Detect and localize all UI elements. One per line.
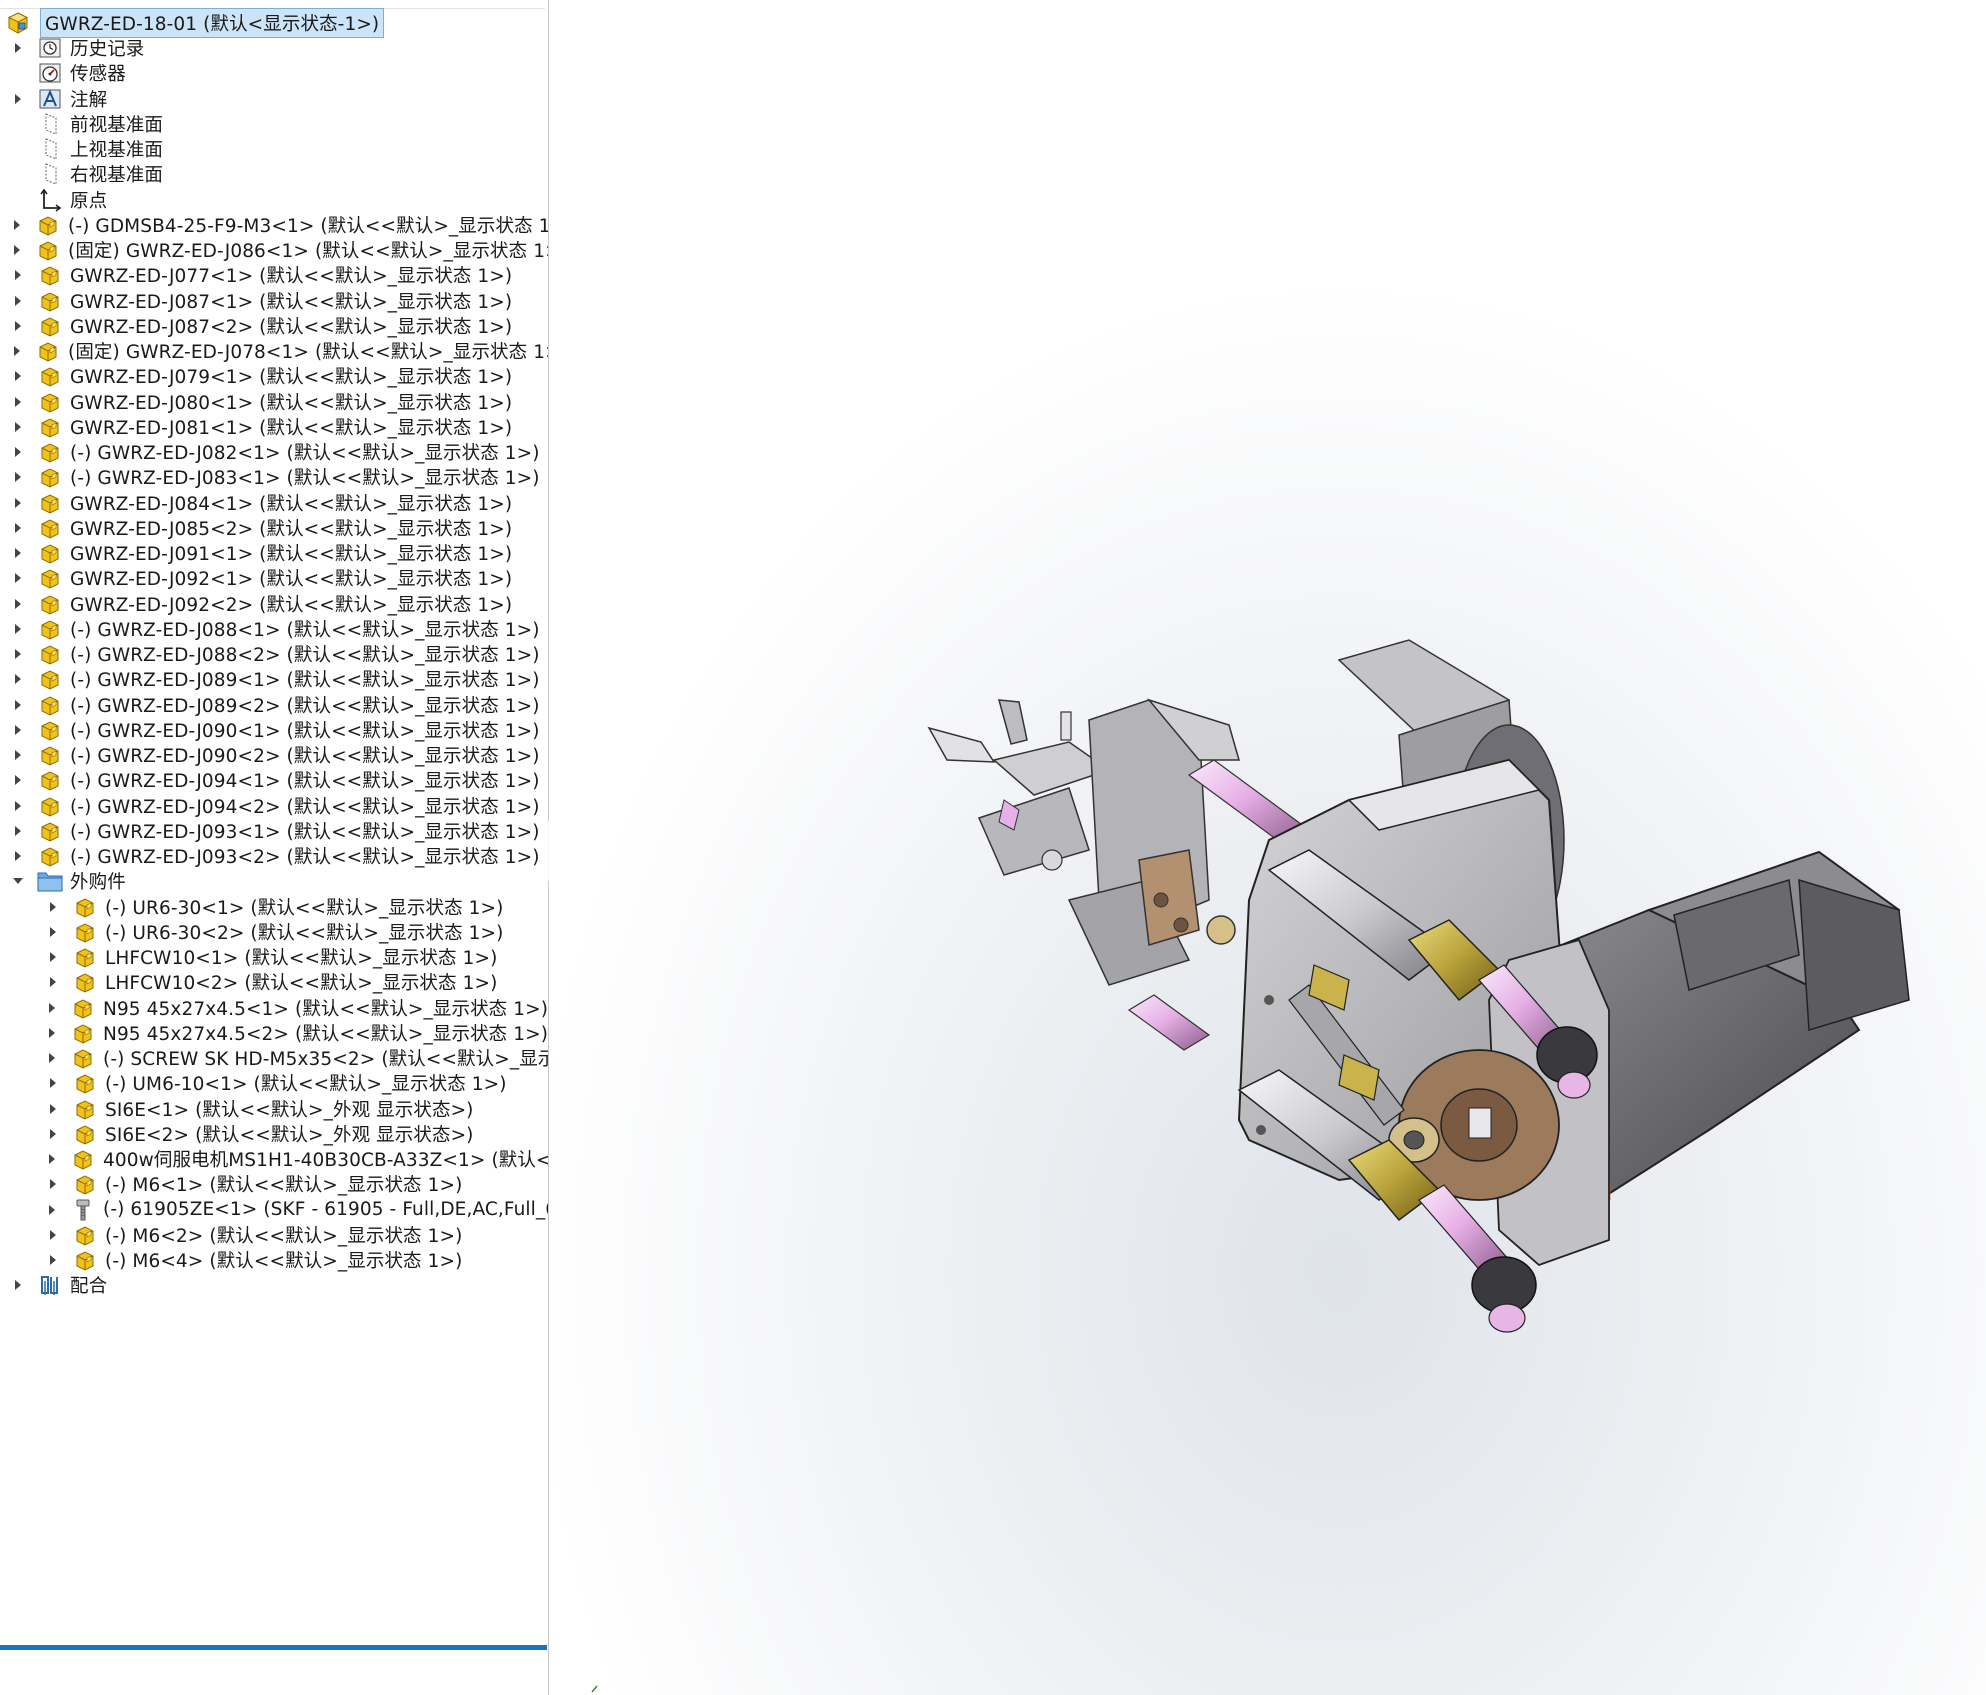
lower-guide-rod [1127,994,1211,1051]
tree-bottom-bar [0,1645,547,1650]
expand-arrow-icon[interactable] [47,1000,57,1016]
expand-arrow-icon[interactable] [47,1050,57,1066]
expand-arrow-icon[interactable] [12,469,24,485]
tree-item-label: 配合 [70,1276,108,1298]
gripper-bracket [1067,698,1240,986]
expand-arrow-icon[interactable] [12,368,24,384]
expand-arrow-icon[interactable] [12,318,24,334]
tree-item-label: (-) 61905ZE<1> (SKF - 61905 - Full,DE,AC… [103,1199,549,1220]
expand-arrow-icon[interactable] [12,394,24,410]
expand-arrow-icon[interactable] [12,40,24,56]
origin-triad [591,1685,598,1693]
no-arrow-spacer [12,65,24,81]
expand-arrow-icon[interactable] [12,495,24,511]
expand-arrow-icon[interactable] [47,949,59,965]
gripper-jaw [927,699,1111,876]
expand-arrow-icon[interactable] [47,1227,59,1243]
expand-arrow-icon[interactable] [12,722,24,738]
expand-arrow-icon[interactable] [12,545,24,561]
expand-arrow-icon[interactable] [12,91,24,107]
expand-arrow-icon[interactable] [47,1202,57,1218]
expand-arrow-icon[interactable] [12,621,24,637]
expand-arrow-icon[interactable] [12,596,24,612]
feature-manager-tree: GWRZ-ED-18-01 (默认<显示状态-1>) 历史记录 传感器 注解 前视基准… [0,0,549,1695]
expand-arrow-icon[interactable] [12,646,24,662]
no-arrow-spacer [12,192,24,208]
expand-arrow-icon[interactable] [12,848,24,864]
expand-arrow-icon[interactable] [47,1176,59,1192]
tree-item-mates[interactable]: 配合 [0,1269,548,1301]
expand-arrow-icon[interactable] [47,1075,59,1091]
expand-arrow-icon[interactable] [47,899,59,915]
mates-icon [36,1271,64,1299]
expand-arrow-icon[interactable] [12,520,24,536]
graphics-viewport[interactable] [549,0,1986,1695]
expand-arrow-icon[interactable] [12,798,24,814]
expand-arrow-icon[interactable] [47,1101,59,1117]
expand-arrow-icon[interactable] [12,697,24,713]
expand-arrow-icon[interactable] [12,242,22,258]
expand-arrow-icon[interactable] [47,1025,57,1041]
expand-arrow-icon[interactable] [12,823,24,839]
expand-arrow-icon[interactable] [12,267,24,283]
no-arrow-spacer [12,166,24,182]
expand-arrow-icon[interactable] [12,747,24,763]
expand-arrow-icon[interactable] [12,293,24,309]
collapse-arrow-icon[interactable] [12,873,24,889]
expand-arrow-icon[interactable] [12,217,22,233]
no-arrow-spacer [12,141,24,157]
expand-arrow-icon[interactable] [47,1252,59,1268]
expand-arrow-icon[interactable] [12,1277,24,1293]
expand-arrow-icon[interactable] [12,772,24,788]
expand-arrow-icon[interactable] [12,671,24,687]
expand-arrow-icon[interactable] [12,343,22,359]
expand-arrow-icon[interactable] [47,1151,57,1167]
expand-arrow-icon[interactable] [47,1126,59,1142]
expand-arrow-icon[interactable] [12,444,24,460]
expand-arrow-icon[interactable] [12,419,24,435]
no-arrow-spacer [12,116,24,132]
assembly-3d-model[interactable] [549,0,1986,1695]
expand-arrow-icon[interactable] [12,570,24,586]
expand-arrow-icon[interactable] [47,924,59,940]
expand-arrow-icon[interactable] [47,974,59,990]
